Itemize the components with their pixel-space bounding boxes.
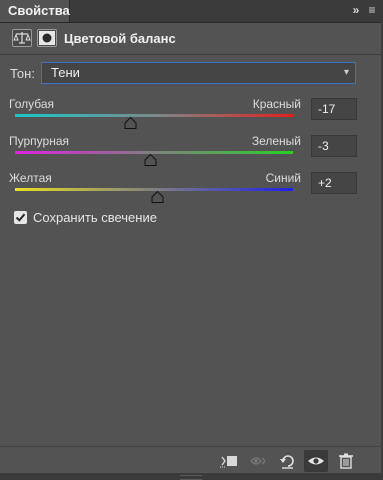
checkmark-icon <box>15 213 26 222</box>
slider-left-label: Пурпурная <box>9 134 69 148</box>
panel-title: Цветовой баланс <box>64 31 176 46</box>
panel-tab-bar: Свойства » ≡ <box>0 0 383 23</box>
tone-selected-value: Тени <box>51 65 80 80</box>
slider-right-label: Красный <box>252 97 301 111</box>
cyan-red-slider-track[interactable] <box>15 114 293 117</box>
magenta-green-value-input[interactable]: -3 <box>311 135 357 157</box>
panel-resize-grip[interactable] <box>0 473 383 480</box>
visibility-toggle-button[interactable] <box>304 450 328 472</box>
magenta-green-slider-thumb[interactable] <box>144 153 157 166</box>
yellow-blue-value-input[interactable]: +2 <box>311 172 357 194</box>
bottom-toolbar <box>0 446 383 474</box>
slider-right-label: Зеленый <box>251 134 301 148</box>
reset-button[interactable] <box>276 450 300 472</box>
visibility-eye-icon <box>308 457 324 465</box>
clip-to-layer-icon <box>220 456 237 468</box>
slider-row-cyan-red: Голубая Красный -17 <box>0 97 383 137</box>
yellow-blue-slider-thumb[interactable] <box>151 190 164 203</box>
panel-menu-button[interactable]: ≡ <box>365 0 379 22</box>
slider-left-label: Желтая <box>9 171 52 185</box>
preserve-luminosity-checkbox[interactable] <box>14 211 27 224</box>
view-previous-state-button[interactable] <box>247 450 271 472</box>
slider-row-yellow-blue: Желтая Синий +2 <box>0 171 383 211</box>
chevron-down-icon: ▾ <box>343 67 349 78</box>
view-previous-state-icon <box>250 457 266 465</box>
cyan-red-value-input[interactable]: -17 <box>311 98 357 120</box>
trash-icon <box>339 453 353 469</box>
slider-right-label: Синий <box>265 171 301 185</box>
preserve-luminosity-label: Сохранить свечение <box>33 210 157 225</box>
tone-label: Тон: <box>10 66 35 81</box>
slider-left-label: Голубая <box>9 97 55 111</box>
reset-icon <box>280 455 294 469</box>
tab-properties[interactable]: Свойства <box>0 0 70 22</box>
panel-header: Цветовой баланс <box>0 23 383 55</box>
slider-row-magenta-green: Пурпурная Зеленый -3 <box>0 134 383 174</box>
delete-adjustment-button[interactable] <box>334 450 358 472</box>
balance-scale-icon[interactable] <box>12 29 32 47</box>
cyan-red-slider-thumb[interactable] <box>124 116 137 129</box>
layer-mask-icon[interactable] <box>37 29 57 47</box>
collapse-panel-button[interactable]: » <box>347 0 363 22</box>
tone-dropdown[interactable]: Тени ▾ <box>41 62 356 84</box>
grip-lines <box>180 475 202 480</box>
clip-to-layer-button[interactable] <box>217 450 241 472</box>
